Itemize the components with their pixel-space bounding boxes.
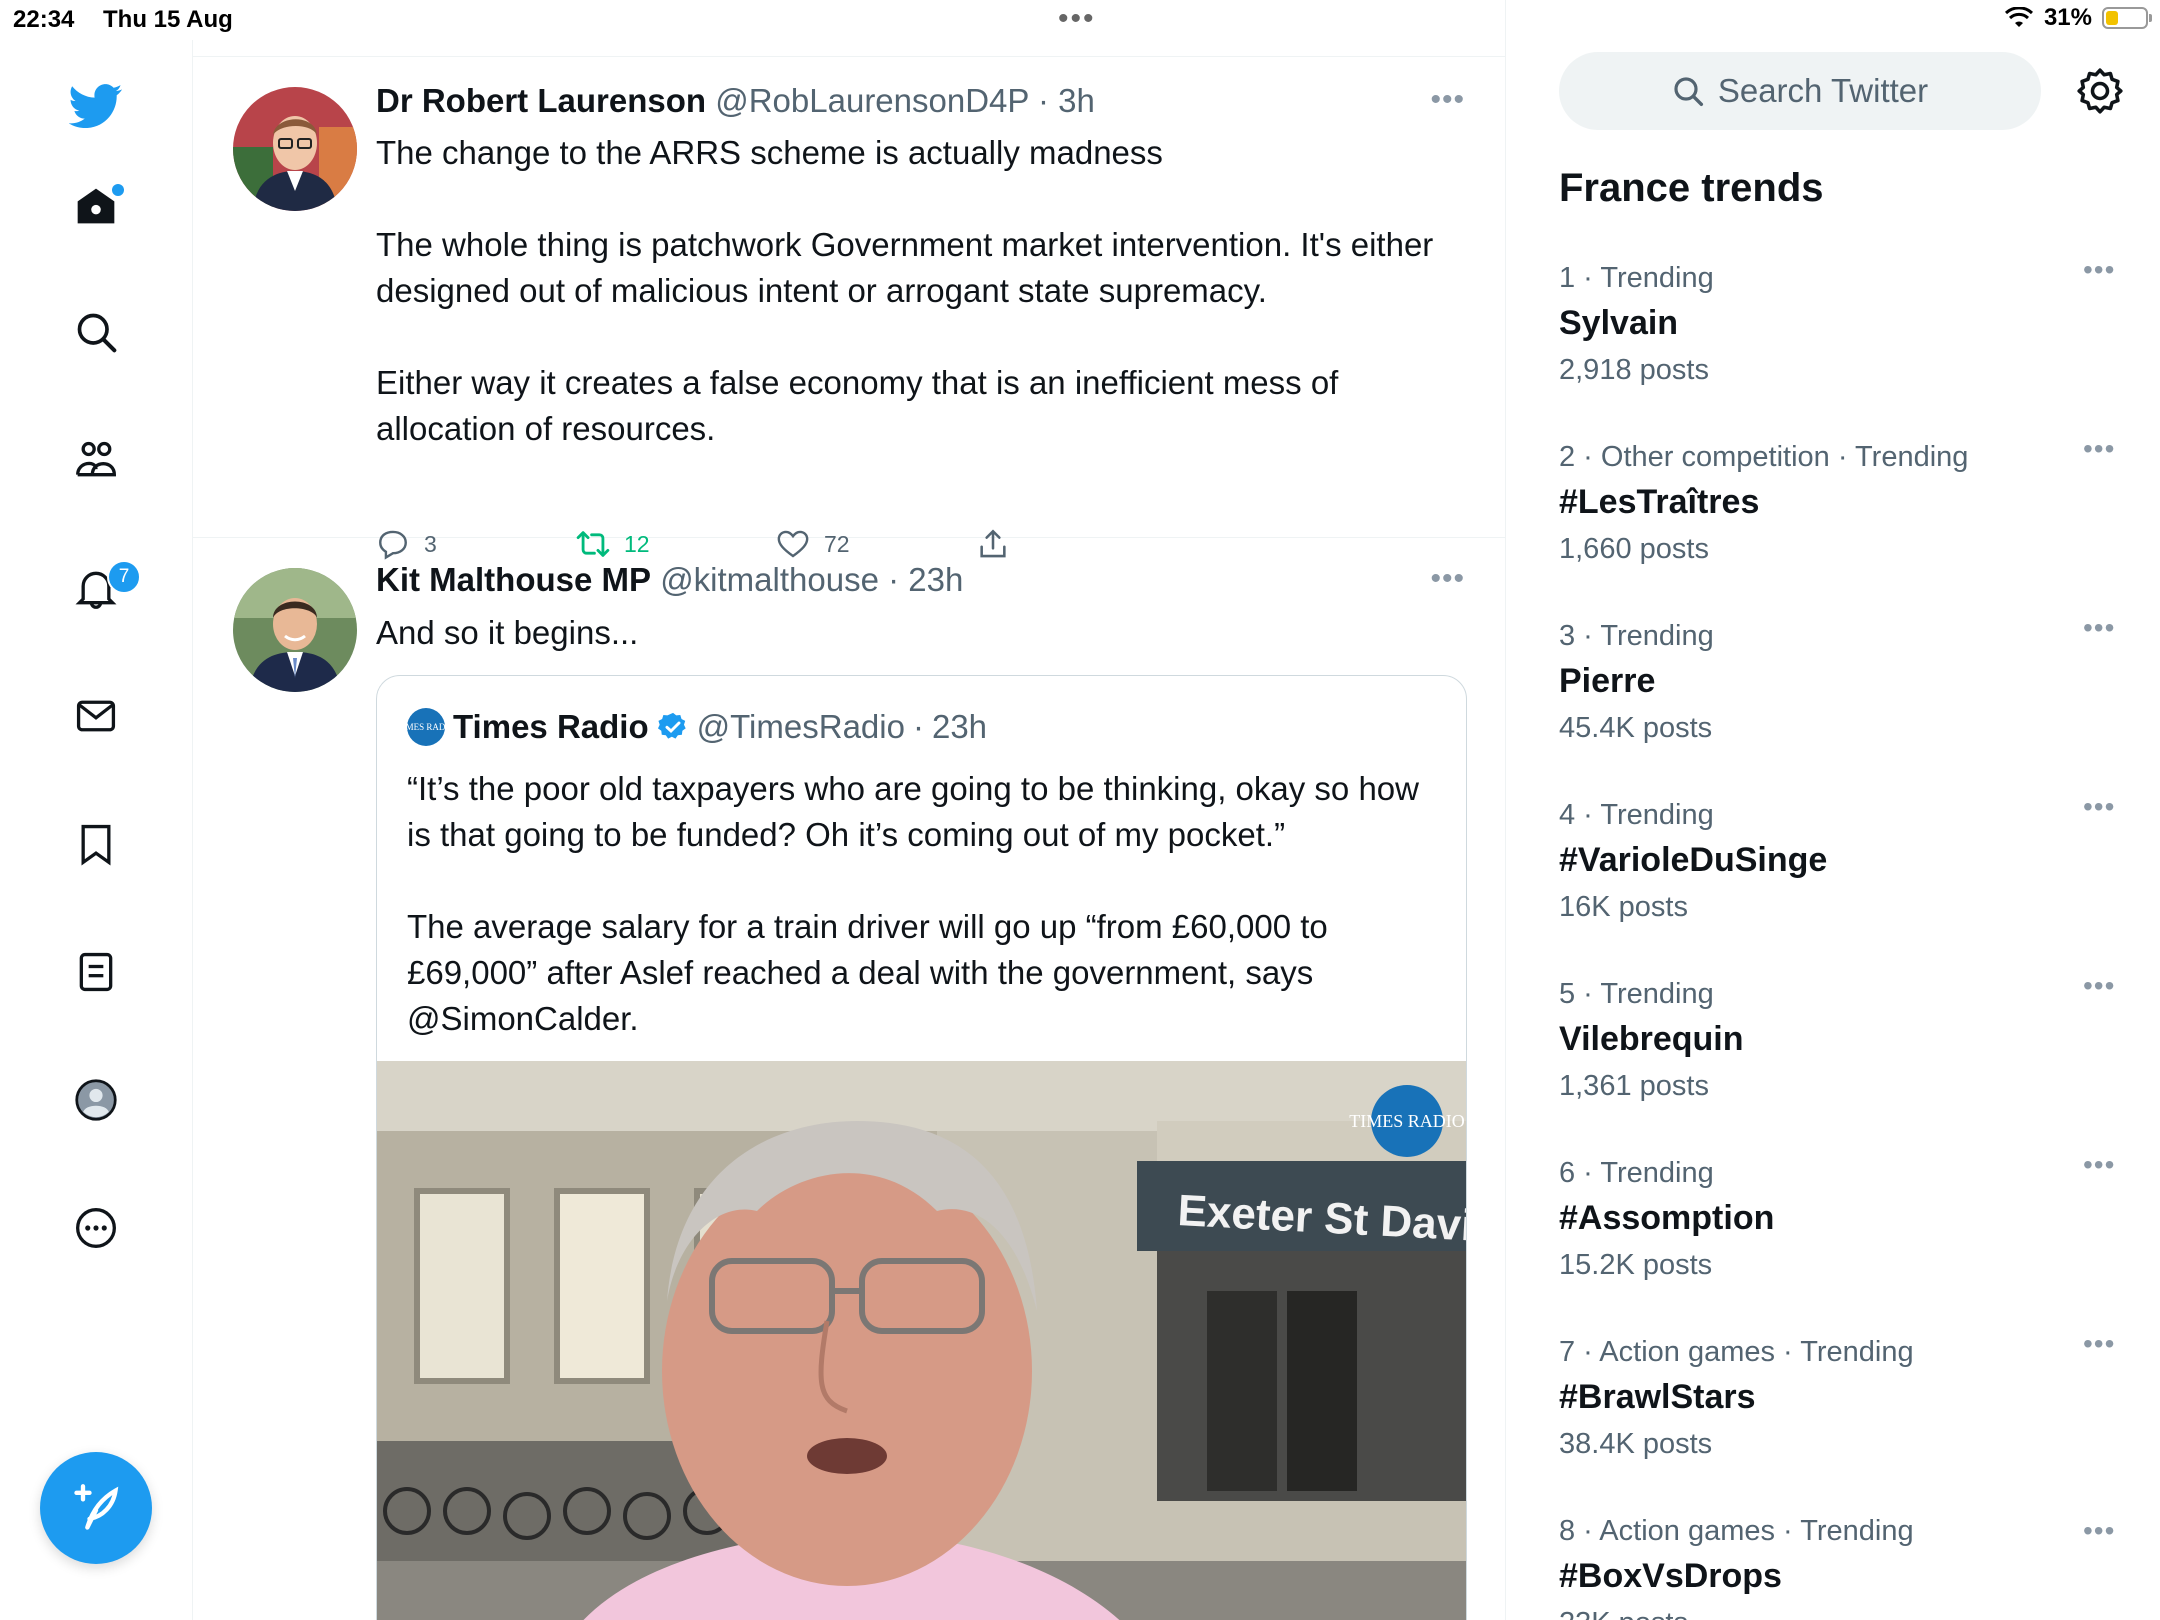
search-placeholder: Search Twitter [1717,72,1929,109]
trend-more-button[interactable]: ••• [2083,254,2115,286]
communities-icon[interactable] [60,424,132,496]
trend-meta: 7 · Action games · Trending [1559,1336,1914,1368]
profile-avatar-icon[interactable] [60,1064,132,1136]
feather-plus-icon [74,1484,119,1530]
video-frame: Exeter St Davids St TIMES RADIO [377,1061,1466,1620]
times-radio-logo: TIMES RADIO [397,708,455,746]
trend-meta: 6 · Trending [1559,1157,1714,1189]
tweet-header: Dr Robert Laurenson @RobLaurensonD4P · 3… [376,82,1095,120]
lists-icon[interactable] [60,936,132,1008]
explore-search-icon[interactable] [60,296,132,368]
quoted-paragraph: “It’s the poor old taxpayers who are goi… [407,770,1419,853]
more-options-icon[interactable] [60,1192,132,1264]
trend-more-button[interactable]: ••• [2083,1328,2115,1360]
separator-dot: · [878,561,909,598]
author-name[interactable]: Kit Malthouse MP [376,561,651,598]
trend-name: Vilebrequin [1559,1020,1744,1058]
tweet[interactable]: Kit Malthouse MP @kitmalthouse · 23h •••… [193,538,1505,1620]
trend-more-button[interactable]: ••• [2083,1515,2115,1547]
quoted-author-handle: @TimesRadio [696,708,905,745]
trend-posts: 16K posts [1559,891,1688,923]
trend-item[interactable]: 1 · Trending Sylvain 2,918 posts ••• [1559,254,2119,432]
trend-more-button[interactable]: ••• [2083,970,2115,1002]
quoted-tweet-header: TIMES RADIO Times Radio @TimesRadio · 23h [397,708,988,746]
home-icon[interactable] [60,170,132,242]
trend-meta: 3 · Trending [1559,620,1714,652]
verified-badge-icon [657,712,686,739]
trend-posts: 1,361 posts [1559,1070,1709,1102]
tweet-text: And so it begins... [376,614,639,651]
quoted-author-name: Times Radio [453,708,649,745]
notifications-count-badge: 7 [107,560,141,594]
messages-envelope-icon[interactable] [60,680,132,752]
separator-dot: · [1028,82,1059,119]
trend-more-button[interactable]: ••• [2083,612,2115,644]
author-name[interactable]: Dr Robert Laurenson [376,82,706,119]
trend-item[interactable]: 5 · Trending Vilebrequin 1,361 posts ••• [1559,970,2119,1148]
status-time: 22:34 [13,6,75,33]
trend-meta: 5 · Trending [1559,978,1714,1010]
tweet-more-button[interactable]: ••• [1430,562,1465,596]
bookmarks-icon[interactable] [60,808,132,880]
quoted-video-thumbnail[interactable]: Exeter St Davids St TIMES RADIO [377,1061,1466,1620]
tweet-paragraph: Either way it creates a false economy th… [376,364,1339,447]
trend-name: #BoxVsDrops [1559,1557,1782,1595]
trend-item[interactable]: 8 · Action games · Trending #BoxVsDrops … [1559,1515,2119,1620]
tweet-time[interactable]: 23h [908,561,963,598]
trend-posts: 2,918 posts [1559,354,1709,386]
tweet-paragraph: The whole thing is patchwork Government … [376,226,1434,309]
trend-more-button[interactable]: ••• [2083,791,2115,823]
tweet-paragraph: The change to the ARRS scheme is actuall… [376,134,1163,171]
trend-item[interactable]: 7 · Action games · Trending #BrawlStars … [1559,1328,2119,1506]
trend-more-button[interactable]: ••• [2083,433,2115,465]
settings-gear-icon[interactable] [2075,66,2125,116]
search-icon [1674,77,1703,107]
trend-name: Sylvain [1559,304,1679,342]
quoted-tweet-time: 23h [931,708,988,745]
trend-posts: 38.4K posts [1559,1428,1713,1460]
video-watermark-text: TIMES RADIO [1349,1111,1465,1131]
trend-name: Pierre [1559,662,1656,700]
trend-name: #BrawlStars [1559,1378,1756,1416]
tweet-time[interactable]: 3h [1058,82,1095,119]
quoted-tweet-text: “It’s the poor old taxpayers who are goi… [407,766,1427,1042]
trend-item[interactable]: 3 · Trending Pierre 45.4K posts ••• [1559,612,2119,790]
quoted-paragraph: The average salary for a train driver wi… [407,908,1328,1037]
search-input[interactable]: Search Twitter [1559,52,2041,130]
trend-posts: 45.4K posts [1559,712,1713,744]
author-handle[interactable]: @kitmalthouse [660,561,879,598]
trend-meta: 8 · Action games · Trending [1559,1515,1914,1547]
trend-name: #VarioleDuSinge [1559,841,1828,879]
trend-meta: 4 · Trending [1559,799,1714,831]
home-unread-dot [112,184,124,196]
trend-name: #Assomption [1559,1199,1775,1237]
sidebar: Search Twitter France trends 1 · Trendin… [1505,0,2160,1620]
trend-item[interactable]: 2 · Other competition · Trending #LesTra… [1559,433,2119,611]
avatar[interactable] [233,568,357,692]
trend-name: #LesTraîtres [1559,483,1760,521]
timeline-feed: Dr Robert Laurenson @RobLaurensonD4P · 3… [193,0,1506,1620]
tweet-header: Kit Malthouse MP @kitmalthouse · 23h [376,561,963,599]
trend-posts: 1,660 posts [1559,533,1709,565]
trend-posts: 15.2K posts [1559,1249,1713,1281]
trend-meta: 1 · Trending [1559,262,1714,294]
trend-more-button[interactable]: ••• [2083,1149,2115,1181]
quoted-tweet[interactable]: TIMES RADIO Times Radio @TimesRadio · 23h … [376,675,1467,1620]
separator-dot: · [912,708,924,745]
author-handle[interactable]: @RobLaurensonD4P [715,82,1029,119]
trend-posts: 23K posts [1559,1607,1688,1620]
trend-meta: 2 · Other competition · Trending [1559,441,1969,473]
twitter-logo-icon[interactable] [60,70,132,142]
trend-item[interactable]: 6 · Trending #Assomption 15.2K posts ••• [1559,1149,2119,1327]
avatar[interactable] [233,87,357,211]
side-navigation: 7 [0,40,193,1620]
notifications-bell-icon[interactable]: 7 [60,552,141,624]
tweet-text: The change to the ARRS scheme is actuall… [376,130,1436,452]
tweet[interactable]: Dr Robert Laurenson @RobLaurensonD4P · 3… [193,57,1505,560]
trends-title: France trends [1559,166,1824,210]
tweet-more-button[interactable]: ••• [1430,83,1465,117]
compose-tweet-button[interactable] [40,1452,152,1564]
trend-item[interactable]: 4 · Trending #VarioleDuSinge 16K posts •… [1559,791,2119,969]
